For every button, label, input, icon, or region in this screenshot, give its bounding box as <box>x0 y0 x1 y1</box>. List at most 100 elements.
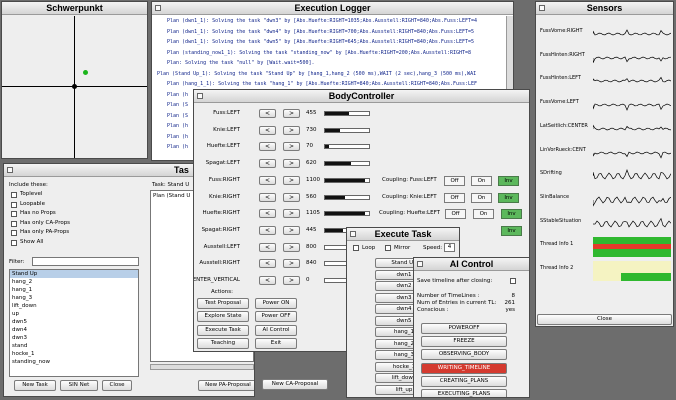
decrease-button[interactable]: < <box>259 159 276 169</box>
increase-button[interactable]: > <box>283 192 300 202</box>
coupling-off-button[interactable]: Off <box>444 192 465 203</box>
coupling-off-button[interactable]: Off <box>445 209 466 220</box>
exit-button[interactable]: Exit <box>255 337 297 349</box>
coupling-on-button[interactable]: On <box>473 209 494 220</box>
coupling-inv-button[interactable]: Inv <box>498 175 519 186</box>
executing-plans-button[interactable]: EXECUTING_PLANS <box>421 389 507 397</box>
power-on-button[interactable]: Power ON <box>255 298 297 309</box>
decrease-button[interactable]: < <box>259 242 276 252</box>
increase-button[interactable]: > <box>283 175 300 185</box>
power-off-button[interactable]: Power OFF <box>255 311 297 323</box>
joint-slider[interactable] <box>324 177 370 183</box>
freeze-button[interactable]: FREEZE <box>421 336 507 348</box>
decrease-button[interactable]: < <box>259 276 276 285</box>
decrease-button[interactable]: < <box>259 109 276 118</box>
decrease-button[interactable]: < <box>259 175 276 185</box>
sensor-trace <box>592 151 672 159</box>
joint-slider[interactable] <box>324 144 370 150</box>
decrease-button[interactable]: < <box>259 259 276 269</box>
joint-slider[interactable] <box>324 161 370 167</box>
observing-body-button[interactable]: OBSERVING_BODY <box>421 349 507 361</box>
sensor-graph <box>592 48 672 68</box>
decrease-button[interactable]: < <box>259 125 276 135</box>
include-checkbox[interactable] <box>11 230 17 236</box>
list-item[interactable]: stand <box>10 342 138 350</box>
task-list[interactable]: Stand Up hang_2 hang_1 hang_3 lift_down up dwn… <box>9 269 139 377</box>
coupling-off-button[interactable]: Off <box>444 175 465 186</box>
ai-titlebar[interactable]: AI Control <box>414 258 529 271</box>
new-pa-proposal-button[interactable]: New PA-Proposal <box>198 380 254 391</box>
coupling-inv-button[interactable]: Inv <box>501 209 522 220</box>
schwerpunkt-titlebar[interactable]: Schwerpunkt <box>2 2 147 15</box>
increase-button[interactable]: > <box>283 209 300 219</box>
sensors-window: Sensors FussVorne:RIGHT FussHinten:RIGHT F… <box>535 1 674 327</box>
include-checkbox[interactable] <box>11 211 17 217</box>
extra-green-button[interactable]: Inv <box>501 226 522 236</box>
test-proposal-button[interactable]: Test Proposal <box>197 298 249 309</box>
increase-button[interactable]: > <box>283 259 300 269</box>
loop-checkbox[interactable] <box>353 245 359 251</box>
filter-label: Filter: <box>9 259 25 265</box>
creating-plans-button[interactable]: CREATING_PLANS <box>421 375 507 387</box>
decrease-button[interactable]: < <box>259 225 276 235</box>
sensors-titlebar[interactable]: Sensors <box>536 2 673 15</box>
list-item[interactable]: hang_3 <box>10 294 138 302</box>
coupling-on-button[interactable]: On <box>471 175 492 186</box>
list-item[interactable]: standing_now <box>10 358 138 366</box>
poweroff-button[interactable]: POWEROFF <box>421 323 507 334</box>
writing-timeline-button[interactable]: WRITING_TIMELINE <box>421 362 507 374</box>
sensors-close-button[interactable]: Close <box>537 314 672 325</box>
increase-button[interactable]: > <box>283 225 300 235</box>
list-item[interactable]: dwn4 <box>10 326 138 334</box>
increase-button[interactable]: > <box>283 159 300 169</box>
joint-slider[interactable] <box>324 194 370 200</box>
alert-band <box>593 244 671 250</box>
decrease-button[interactable]: < <box>259 192 276 202</box>
increase-button[interactable]: > <box>283 242 300 252</box>
list-item[interactable]: up <box>10 310 138 318</box>
coupling-inv-button[interactable]: Inv <box>498 192 519 203</box>
increase-button[interactable]: > <box>283 109 300 118</box>
increase-button[interactable]: > <box>283 276 300 285</box>
list-item[interactable]: hang_1 <box>10 286 138 294</box>
sin-net-button[interactable]: SIN Net <box>60 380 98 391</box>
mirror-checkbox[interactable] <box>385 245 391 251</box>
include-checkbox[interactable] <box>11 201 17 208</box>
ai-control-button[interactable]: AI Control <box>255 324 297 336</box>
execute-task-button[interactable]: Execute Task <box>197 324 249 336</box>
new-ca-proposal-button[interactable]: New CA-Proposal <box>262 379 328 390</box>
teaching-button[interactable]: Teaching <box>197 337 249 349</box>
list-item[interactable]: Stand Up <box>10 270 138 278</box>
increase-button[interactable]: > <box>283 125 300 135</box>
list-item[interactable]: dwn3 <box>10 334 138 342</box>
joint-slider[interactable] <box>324 111 370 116</box>
explore-state-button[interactable]: Explore State <box>197 311 249 323</box>
decrease-button[interactable]: < <box>259 209 276 219</box>
joint-slider[interactable] <box>324 127 370 133</box>
ai-stat-label: Num of Entries in current TL: <box>417 300 497 306</box>
speed-input[interactable]: 4 <box>444 243 455 252</box>
include-checkbox[interactable] <box>11 192 17 198</box>
increase-button[interactable]: > <box>283 142 300 152</box>
include-option-label: Loopable <box>20 200 45 207</box>
include-checkbox[interactable] <box>11 239 17 246</box>
task-close-button[interactable]: Close <box>102 380 132 391</box>
execute-titlebar[interactable]: Execute Task <box>347 228 459 241</box>
list-item[interactable]: hang_2 <box>10 278 138 286</box>
logger-titlebar[interactable]: Execution Logger <box>152 2 513 15</box>
coupling-on-button[interactable]: On <box>471 192 492 203</box>
list-item[interactable]: hocke_1 <box>10 350 138 358</box>
new-task-button[interactable]: New Task <box>14 380 56 391</box>
body-titlebar[interactable]: BodyController <box>194 90 529 103</box>
list-item[interactable]: lift_down <box>10 302 138 310</box>
save-timeline-checkbox[interactable] <box>510 278 516 284</box>
joint-label: Huefte:RIGHT <box>202 210 240 217</box>
list-item[interactable]: dwn5 <box>10 318 138 326</box>
plan-scrollbar[interactable] <box>150 364 254 370</box>
include-checkbox[interactable] <box>11 220 17 227</box>
window-menu-icon[interactable] <box>7 167 13 173</box>
decrease-button[interactable]: < <box>259 142 276 152</box>
filter-input[interactable] <box>32 257 139 266</box>
joint-slider[interactable] <box>324 211 370 217</box>
window-title: Execute Task <box>374 229 432 239</box>
